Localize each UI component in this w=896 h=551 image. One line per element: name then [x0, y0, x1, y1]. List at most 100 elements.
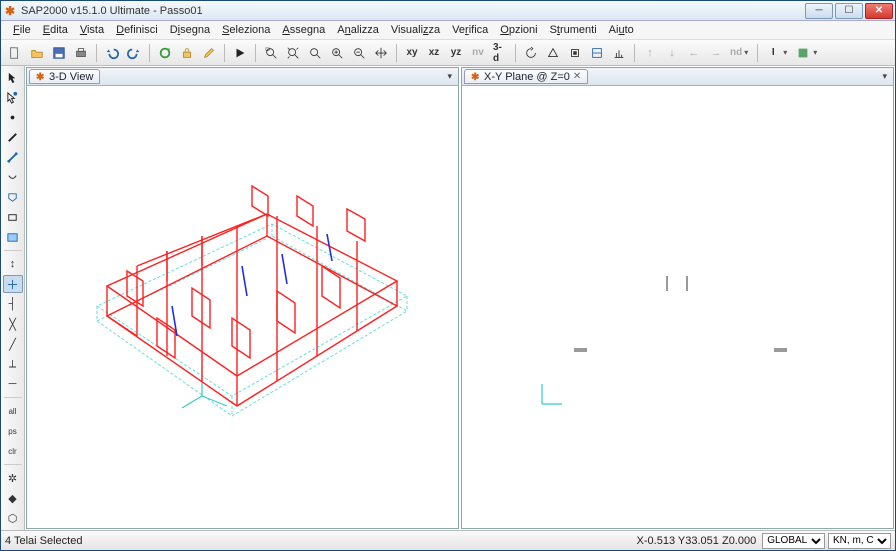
pane-dropdown-icon[interactable]: ▾ [882, 71, 891, 82]
maximize-button[interactable]: ☐ [835, 3, 863, 19]
tab-xy-plane[interactable]: ✱ X-Y Plane @ Z=0 ✕ [464, 69, 588, 84]
draw-cable-icon[interactable] [3, 168, 23, 186]
gear-icon[interactable]: ✲ [3, 469, 23, 487]
right-arrow-icon[interactable]: → [706, 43, 726, 63]
menu-vista[interactable]: Vista [74, 22, 110, 38]
window-title: SAP2000 v15.1.0 Ultimate - Passo01 [21, 5, 803, 17]
tab-label: X-Y Plane @ Z=0 [484, 71, 570, 83]
toolbox-separator [4, 250, 22, 251]
redo-icon[interactable] [124, 43, 144, 63]
view-xy-button[interactable]: xy [402, 43, 422, 63]
draw-point-icon[interactable] [3, 108, 23, 126]
menu-disegna[interactable]: Disegna [164, 22, 216, 38]
menu-aiuto[interactable]: Aiuto [603, 22, 640, 38]
dropdown-icon[interactable]: ▾ [744, 48, 752, 57]
canvas-xy[interactable] [462, 86, 893, 528]
pan-icon[interactable] [371, 43, 391, 63]
draw-line-icon[interactable] [3, 128, 23, 146]
zoom-window-icon[interactable] [261, 43, 281, 63]
refresh-icon[interactable] [155, 43, 175, 63]
quick-area-icon[interactable] [3, 228, 23, 246]
canvas-3d[interactable] [27, 86, 458, 528]
menu-file[interactable]: File [7, 22, 37, 38]
pane-dropdown-icon[interactable]: ▾ [447, 71, 456, 82]
tab-close-icon[interactable]: ✕ [573, 71, 581, 82]
draw-area-icon[interactable] [3, 188, 23, 206]
view-yz-button[interactable]: yz [446, 43, 466, 63]
up-arrow-icon[interactable]: ↑ [640, 43, 660, 63]
lock-icon[interactable] [177, 43, 197, 63]
snap-intersect-icon[interactable]: ╱ [3, 335, 23, 353]
perspective-icon[interactable] [543, 43, 563, 63]
zoom-out-icon[interactable] [349, 43, 369, 63]
nd-button[interactable]: nd [728, 47, 744, 58]
pane-tabbar: ✱ X-Y Plane @ Z=0 ✕ ▾ [462, 68, 893, 86]
main-toolbar: xy xz yz nv 3-d ↑ ↓ ← → nd ▾ I ▾ ▾ [1, 40, 895, 66]
status-coords: X-0.513 Y33.051 Z0.000 [637, 535, 763, 547]
window-buttons: ─ ☐ ✕ [803, 3, 893, 19]
misc-tool-icon[interactable]: ◆ [3, 489, 23, 507]
model-3d-svg [27, 86, 457, 528]
dropdown-icon[interactable]: ▾ [783, 48, 791, 57]
snap-perp-icon[interactable]: ⟂ [3, 355, 23, 373]
menu-seleziona[interactable]: Seleziona [216, 22, 276, 38]
coord-system-select[interactable]: GLOBAL [762, 533, 825, 549]
display-options-icon[interactable] [609, 43, 629, 63]
snap-point-icon[interactable] [3, 275, 23, 293]
display-fill-icon[interactable] [793, 43, 813, 63]
snap-end-icon[interactable]: ┤ [3, 295, 23, 313]
snap-mid-icon[interactable]: ╳ [3, 315, 23, 333]
save-icon[interactable] [49, 43, 69, 63]
select-prev-icon[interactable]: ps [3, 422, 23, 440]
open-icon[interactable] [27, 43, 47, 63]
zoom-extents-icon[interactable] [283, 43, 303, 63]
shrink-icon[interactable] [565, 43, 585, 63]
toolbar-separator [149, 44, 150, 62]
pencil-icon[interactable] [199, 43, 219, 63]
menu-edita[interactable]: Edita [37, 22, 74, 38]
menu-analizza[interactable]: Analizza [331, 22, 385, 38]
menubar: File Edita Vista Definisci Disegna Selez… [1, 21, 895, 40]
dropdown-icon[interactable]: ▾ [813, 48, 821, 57]
tab-label: 3-D View [49, 71, 93, 83]
undo-icon[interactable] [102, 43, 122, 63]
toolbar-separator [96, 44, 97, 62]
menu-assegna[interactable]: Assegna [276, 22, 331, 38]
rotate-icon[interactable] [521, 43, 541, 63]
app-icon: ✱ [3, 4, 17, 18]
snap-line-icon[interactable]: ─ [3, 375, 23, 393]
draw-frame-icon[interactable] [3, 148, 23, 166]
element-view-icon[interactable] [587, 43, 607, 63]
status-selection: 4 Telai Selected [5, 535, 82, 547]
tab-3d-view[interactable]: ✱ 3-D View [29, 69, 100, 84]
menu-definisci[interactable]: Definisci [110, 22, 164, 38]
zoom-in-icon[interactable] [327, 43, 347, 63]
clear-select-icon[interactable]: clr [3, 442, 23, 460]
draw-rect-icon[interactable] [3, 208, 23, 226]
zoom-previous-icon[interactable] [305, 43, 325, 63]
misc2-tool-icon[interactable]: ⬡ [3, 509, 23, 527]
menu-strumenti[interactable]: Strumenti [544, 22, 603, 38]
reshape-tool-icon[interactable] [3, 88, 23, 106]
tab-icon: ✱ [36, 72, 46, 82]
section-I-button[interactable]: I [763, 43, 783, 63]
view-xz-button[interactable]: xz [424, 43, 444, 63]
menu-visualizza[interactable]: Visualizza [385, 22, 446, 38]
pointer-tool-icon[interactable] [3, 68, 23, 86]
menu-opzioni[interactable]: Opzioni [494, 22, 543, 38]
tool-a-icon[interactable]: ↕ [3, 255, 23, 273]
view-nv-button[interactable]: nv [468, 43, 488, 63]
close-button[interactable]: ✕ [865, 3, 893, 19]
select-all-icon[interactable]: all [3, 402, 23, 420]
print-icon[interactable] [71, 43, 91, 63]
down-arrow-icon[interactable]: ↓ [662, 43, 682, 63]
view-3d-button[interactable]: 3-d [490, 43, 510, 63]
toolbar-separator [255, 44, 256, 62]
menu-verifica[interactable]: Verifica [446, 22, 494, 38]
left-arrow-icon[interactable]: ← [684, 43, 704, 63]
app-window: ✱ SAP2000 v15.1.0 Ultimate - Passo01 ─ ☐… [0, 0, 896, 551]
run-icon[interactable] [230, 43, 250, 63]
units-select[interactable]: KN, m, C [828, 533, 891, 549]
new-icon[interactable] [5, 43, 25, 63]
minimize-button[interactable]: ─ [805, 3, 833, 19]
